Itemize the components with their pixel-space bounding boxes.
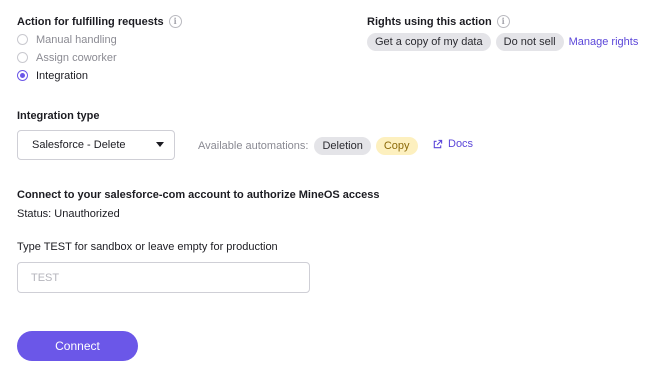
sandbox-input[interactable] xyxy=(17,262,310,293)
action-section-title: Action for fulfilling requests i xyxy=(17,15,182,28)
radio-circle[interactable] xyxy=(17,52,28,63)
external-link-icon xyxy=(433,139,443,148)
right-chip: Do not sell xyxy=(495,33,564,51)
sandbox-label: Type TEST for sandbox or leave empty for… xyxy=(17,241,278,253)
radio-manual-handling[interactable]: Manual handling xyxy=(17,31,117,48)
rights-chips: Get a copy of my data Do not sell Manage… xyxy=(367,33,638,51)
radio-circle[interactable] xyxy=(17,34,28,45)
docs-link-text[interactable]: Docs xyxy=(448,138,473,150)
radio-label: Integration xyxy=(36,69,88,82)
select-box[interactable]: Salesforce - Delete xyxy=(17,130,175,160)
action-title-text: Action for fulfilling requests xyxy=(17,16,164,28)
radio-label: Assign coworker xyxy=(36,51,117,64)
rights-title-text: Rights using this action xyxy=(367,16,492,28)
auth-status: Status: Unauthorized xyxy=(17,208,120,220)
radio-circle-checked[interactable] xyxy=(17,70,28,81)
select-value: Salesforce - Delete xyxy=(32,139,126,151)
available-automations-label: Available automations: xyxy=(198,140,309,152)
available-automations: Available automations: Deletion Copy xyxy=(198,137,423,155)
automation-chip-deletion: Deletion xyxy=(314,137,371,155)
radio-integration[interactable]: Integration xyxy=(17,67,117,84)
integration-type-title: Integration type xyxy=(17,110,100,122)
rights-section-title: Rights using this action i xyxy=(367,15,510,28)
connect-button[interactable]: Connect xyxy=(17,331,138,361)
automation-chip-copy: Copy xyxy=(375,137,418,155)
integration-type-select[interactable]: Salesforce - Delete xyxy=(17,130,175,160)
docs-link[interactable]: Docs xyxy=(432,138,473,150)
connect-section-title: Connect to your salesforce-com account t… xyxy=(17,189,380,201)
radio-label: Manual handling xyxy=(36,33,117,46)
action-radio-group: Manual handling Assign coworker Integrat… xyxy=(17,31,117,84)
right-chip: Get a copy of my data xyxy=(367,33,491,51)
caret-down-icon[interactable] xyxy=(156,142,164,147)
info-icon[interactable]: i xyxy=(168,15,182,28)
radio-assign-coworker[interactable]: Assign coworker xyxy=(17,49,117,66)
manage-rights-link[interactable]: Manage rights xyxy=(569,36,639,48)
info-icon[interactable]: i xyxy=(496,15,510,28)
